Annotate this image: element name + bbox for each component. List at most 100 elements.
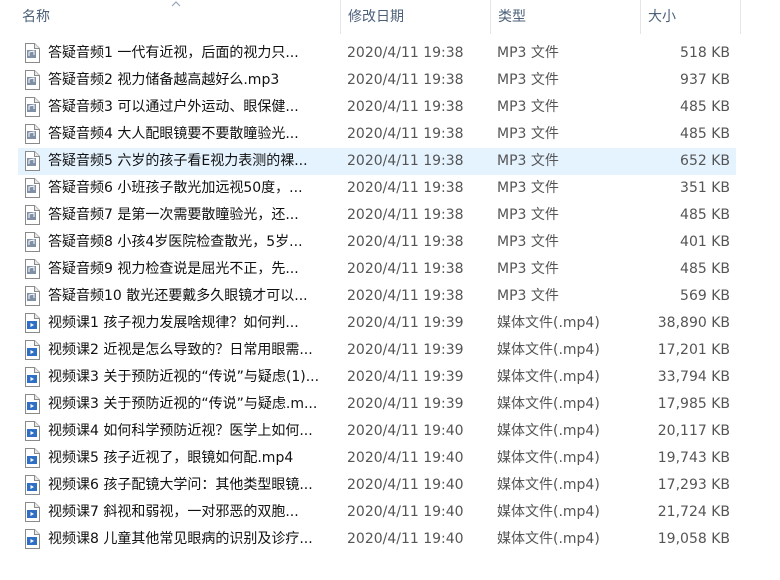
file-name: 答疑音频2 视力储备越高越好么.mp3 xyxy=(48,72,280,88)
file-type: MP3 文件 xyxy=(497,234,559,250)
column-header-date[interactable]: 修改日期 xyxy=(340,0,490,34)
column-header-size[interactable]: 大小 xyxy=(640,0,740,34)
file-name: 视频课8 儿童其他常见眼病的识别及诊疗... xyxy=(48,531,313,547)
file-name: 视频课7 斜视和弱视，一对邪恶的双胞... xyxy=(48,504,299,520)
file-date-modified: 2020/4/11 19:38 xyxy=(347,126,464,142)
video-file-icon xyxy=(24,448,40,468)
file-name: 答疑音频1 一代有近视，后面的视力只... xyxy=(48,45,299,61)
file-date-modified: 2020/4/11 19:38 xyxy=(347,153,464,169)
file-row[interactable]: 答疑音频6 小班孩子散光加远视50度，... 2020/4/11 19:38 MP3… xyxy=(18,175,736,202)
file-type: MP3 文件 xyxy=(497,261,559,277)
audio-file-icon xyxy=(24,232,40,252)
file-size: 19,743 KB xyxy=(657,450,730,466)
file-date-modified: 2020/4/11 19:40 xyxy=(347,504,464,520)
video-file-icon xyxy=(24,475,40,495)
file-date-modified: 2020/4/11 19:39 xyxy=(347,315,464,331)
audio-file-icon xyxy=(24,259,40,279)
file-row[interactable]: 答疑音频3 可以通过户外运动、眼保健... 2020/4/11 19:38 MP3 … xyxy=(18,94,736,121)
file-row[interactable]: 答疑音频2 视力储备越高越好么.mp3 2020/4/11 19:38 MP3 文件… xyxy=(18,67,736,94)
video-file-icon xyxy=(24,529,40,549)
file-row[interactable]: 答疑音频8 小孩4岁医院检查散光，5岁... 2020/4/11 19:38 MP3… xyxy=(18,229,736,256)
file-row[interactable]: 答疑音频10 散光还要戴多久眼镜才可以... 2020/4/11 19:38 MP3… xyxy=(18,283,736,310)
audio-file-icon xyxy=(24,151,40,171)
file-type: 媒体文件(.mp4) xyxy=(497,477,600,493)
audio-file-icon xyxy=(24,97,40,117)
file-name: 答疑音频10 散光还要戴多久眼镜才可以... xyxy=(48,288,308,304)
video-file-icon xyxy=(24,367,40,387)
file-row[interactable]: 答疑音频9 视力检查说是屈光不正，先... 2020/4/11 19:38 MP3 … xyxy=(18,256,736,283)
audio-file-icon xyxy=(24,286,40,306)
file-date-modified: 2020/4/11 19:39 xyxy=(347,342,464,358)
file-row[interactable]: 视频课8 儿童其他常见眼病的识别及诊疗... 2020/4/11 19:40 媒体文… xyxy=(18,526,736,553)
video-file-icon xyxy=(24,313,40,333)
file-date-modified: 2020/4/11 19:40 xyxy=(347,531,464,547)
file-name: 视频课2 近视是怎么导致的？日常用眼需... xyxy=(48,342,313,358)
file-date-modified: 2020/4/11 19:38 xyxy=(347,234,464,250)
file-row[interactable]: 答疑音频5 六岁的孩子看E视力表测的裸... 2020/4/11 19:38 MP3… xyxy=(18,148,736,175)
file-date-modified: 2020/4/11 19:38 xyxy=(347,45,464,61)
file-size: 485 KB xyxy=(680,207,730,223)
file-row[interactable]: 答疑音频7 是第一次需要散瞳验光，还... 2020/4/11 19:38 MP3 … xyxy=(18,202,736,229)
video-file-icon xyxy=(24,340,40,360)
file-size: 485 KB xyxy=(680,99,730,115)
audio-file-icon xyxy=(24,43,40,63)
file-row[interactable]: 视频课3 关于预防近视的“传说”与疑虑.m... 2020/4/11 19:39 媒… xyxy=(18,391,736,418)
file-row[interactable]: 答疑音频4 大人配眼镜要不要散瞳验光... 2020/4/11 19:38 MP3 … xyxy=(18,121,736,148)
file-row[interactable]: 视频课2 近视是怎么导致的？日常用眼需... 2020/4/11 19:39 媒体文… xyxy=(18,337,736,364)
file-type: 媒体文件(.mp4) xyxy=(497,423,600,439)
file-name: 视频课3 关于预防近视的“传说”与疑虑(1)... xyxy=(48,369,320,385)
column-header-type[interactable]: 类型 xyxy=(490,0,640,34)
file-size: 33,794 KB xyxy=(657,369,730,385)
file-type: 媒体文件(.mp4) xyxy=(497,342,600,358)
audio-file-icon xyxy=(24,70,40,90)
file-size: 17,201 KB xyxy=(657,342,730,358)
file-date-modified: 2020/4/11 19:38 xyxy=(347,207,464,223)
file-type: MP3 文件 xyxy=(497,99,559,115)
audio-file-icon xyxy=(24,124,40,144)
file-date-modified: 2020/4/11 19:38 xyxy=(347,180,464,196)
file-row[interactable]: 视频课6 孩子配镜大学问：其他类型眼镜... 2020/4/11 19:40 媒体文… xyxy=(18,472,736,499)
file-row[interactable]: 视频课3 关于预防近视的“传说”与疑虑(1)... 2020/4/11 19:39… xyxy=(18,364,736,391)
file-type: MP3 文件 xyxy=(497,45,559,61)
file-row[interactable]: 视频课5 孩子近视了，眼镜如何配.mp4 2020/4/11 19:40 媒体文件(… xyxy=(18,445,736,472)
file-type: MP3 文件 xyxy=(497,153,559,169)
file-name: 视频课5 孩子近视了，眼镜如何配.mp4 xyxy=(48,450,294,466)
file-row[interactable]: 答疑音频1 一代有近视，后面的视力只... 2020/4/11 19:38 MP3 … xyxy=(18,40,736,67)
file-size: 21,724 KB xyxy=(657,504,730,520)
audio-file-icon xyxy=(24,178,40,198)
file-type: MP3 文件 xyxy=(497,72,559,88)
file-size: 937 KB xyxy=(680,72,730,88)
file-name: 答疑音频5 六岁的孩子看E视力表测的裸... xyxy=(48,153,308,169)
file-type: 媒体文件(.mp4) xyxy=(497,450,600,466)
column-separator[interactable] xyxy=(740,0,741,34)
audio-file-icon xyxy=(24,205,40,225)
file-date-modified: 2020/4/11 19:39 xyxy=(347,369,464,385)
file-name: 视频课3 关于预防近视的“传说”与疑虑.m... xyxy=(48,396,318,412)
file-name: 答疑音频9 视力检查说是屈光不正，先... xyxy=(48,261,299,277)
file-size: 20,117 KB xyxy=(657,423,730,439)
file-date-modified: 2020/4/11 19:40 xyxy=(347,477,464,493)
file-size: 351 KB xyxy=(680,180,730,196)
file-type: MP3 文件 xyxy=(497,180,559,196)
file-name: 答疑音频8 小孩4岁医院检查散光，5岁... xyxy=(48,234,303,250)
file-name: 答疑音频3 可以通过户外运动、眼保健... xyxy=(48,99,299,115)
file-date-modified: 2020/4/11 19:38 xyxy=(347,261,464,277)
file-name: 视频课6 孩子配镜大学问：其他类型眼镜... xyxy=(48,477,313,493)
column-header-bar: 名称 修改日期 类型 大小 xyxy=(0,0,780,34)
file-row[interactable]: 视频课4 如何科学预防近视？医学上如何... 2020/4/11 19:40 媒体文… xyxy=(18,418,736,445)
file-date-modified: 2020/4/11 19:40 xyxy=(347,423,464,439)
file-type: 媒体文件(.mp4) xyxy=(497,531,600,547)
file-name: 答疑音频4 大人配眼镜要不要散瞳验光... xyxy=(48,126,299,142)
file-size: 38,890 KB xyxy=(657,315,730,331)
file-type: 媒体文件(.mp4) xyxy=(497,396,600,412)
file-date-modified: 2020/4/11 19:38 xyxy=(347,288,464,304)
file-row[interactable]: 视频课7 斜视和弱视，一对邪恶的双胞... 2020/4/11 19:40 媒体文件… xyxy=(18,499,736,526)
file-size: 17,985 KB xyxy=(657,396,730,412)
file-type: 媒体文件(.mp4) xyxy=(497,315,600,331)
file-name: 视频课4 如何科学预防近视？医学上如何... xyxy=(48,423,313,439)
file-size: 518 KB xyxy=(680,45,730,61)
file-size: 569 KB xyxy=(680,288,730,304)
sort-ascending-icon xyxy=(171,1,181,7)
file-row[interactable]: 视频课1 孩子视力发展啥规律？如何判... 2020/4/11 19:39 媒体文件… xyxy=(18,310,736,337)
file-size: 485 KB xyxy=(680,126,730,142)
